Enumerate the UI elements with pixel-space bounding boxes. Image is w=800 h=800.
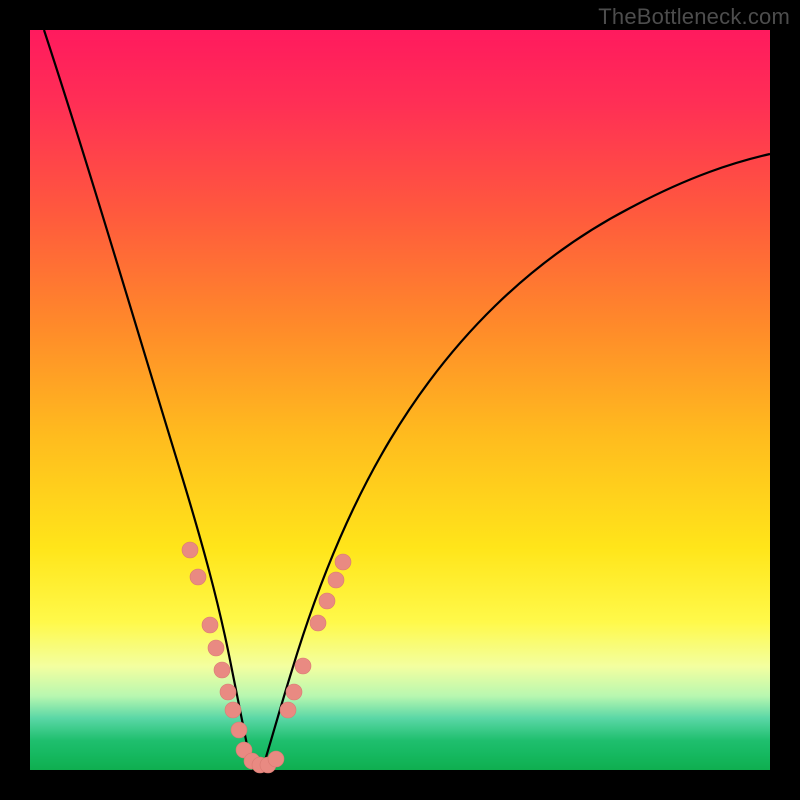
dot-cluster-left: [182, 542, 247, 738]
right-curve: [262, 154, 770, 770]
dot-cluster-bottom: [236, 742, 284, 773]
chart-frame: TheBottleneck.com: [0, 0, 800, 800]
chart-overlay: [30, 30, 770, 770]
dot-cluster-right: [280, 554, 351, 718]
watermark-text: TheBottleneck.com: [598, 4, 790, 30]
left-curve: [44, 30, 254, 770]
